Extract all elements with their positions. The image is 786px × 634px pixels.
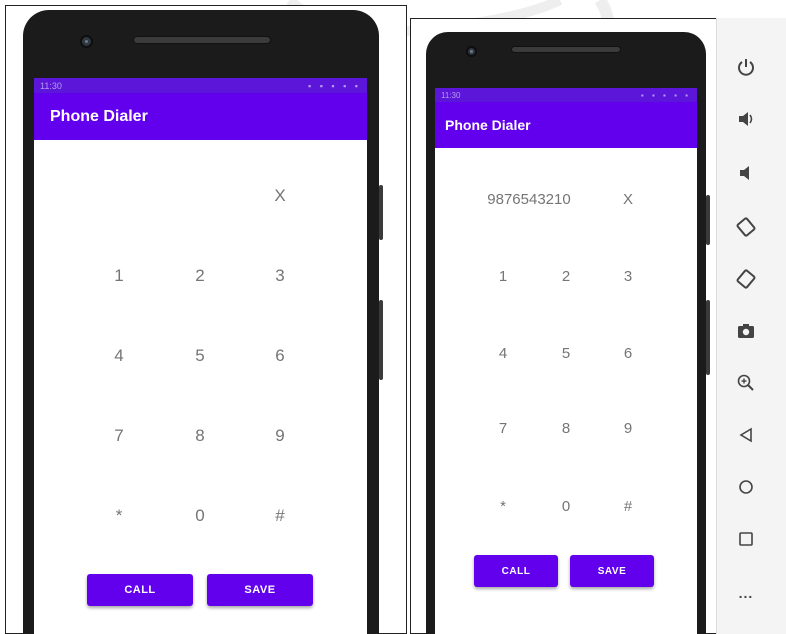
earpiece-speaker (133, 36, 271, 44)
camera-icon[interactable] (731, 316, 761, 346)
more-icon[interactable]: ... (731, 578, 761, 608)
clear-button[interactable]: X (623, 191, 633, 208)
right-phone-side-button-lower (706, 300, 710, 375)
left-phone-side-button-lower (379, 300, 383, 380)
save-button[interactable]: SAVE (570, 555, 654, 587)
key-0[interactable]: 0 (195, 506, 204, 526)
app-title: Phone Dialer (50, 107, 148, 125)
power-icon[interactable] (731, 52, 761, 82)
key-8[interactable]: 8 (195, 426, 204, 446)
left-phone-device: 11:30 ▪ ▪ ▪ ▪ ▪ Phone Dialer X 1 2 3 4 5… (23, 10, 379, 634)
key-5[interactable]: 5 (195, 346, 204, 366)
rotate-right-icon[interactable] (731, 264, 761, 294)
key-4[interactable]: 4 (499, 345, 507, 362)
key-3[interactable]: 3 (275, 266, 284, 286)
status-time: 11:30 (40, 80, 62, 91)
back-icon[interactable] (731, 420, 761, 450)
overview-icon[interactable] (731, 524, 761, 554)
key-5[interactable]: 5 (562, 345, 570, 362)
save-button[interactable]: SAVE (207, 574, 313, 606)
key-star[interactable]: * (116, 506, 123, 526)
key-7[interactable]: 7 (499, 420, 507, 437)
right-phone-device: 11:30 ▪ ▪ ▪ ▪ ▪ Phone Dialer 9876543210 … (426, 32, 706, 634)
app-bar: Phone Dialer (435, 102, 697, 148)
key-hash[interactable]: # (275, 506, 284, 526)
app-bar: Phone Dialer (34, 93, 367, 140)
key-hash[interactable]: # (624, 498, 632, 515)
page: 11:30 ▪ ▪ ▪ ▪ ▪ Phone Dialer X 1 2 3 4 5… (0, 0, 786, 634)
key-8[interactable]: 8 (562, 420, 570, 437)
call-button[interactable]: CALL (87, 574, 193, 606)
key-6[interactable]: 6 (275, 346, 284, 366)
right-phone-screen: 11:30 ▪ ▪ ▪ ▪ ▪ Phone Dialer 9876543210 … (435, 88, 697, 634)
status-bar: 11:30 ▪ ▪ ▪ ▪ ▪ (34, 78, 367, 93)
key-star[interactable]: * (500, 498, 506, 515)
key-4[interactable]: 4 (114, 346, 123, 366)
key-1[interactable]: 1 (114, 266, 123, 286)
key-6[interactable]: 6 (624, 345, 632, 362)
app-title: Phone Dialer (445, 117, 531, 133)
key-9[interactable]: 9 (275, 426, 284, 446)
key-3[interactable]: 3 (624, 268, 632, 285)
rotate-left-icon[interactable] (731, 212, 761, 242)
status-indicators: ▪ ▪ ▪ ▪ ▪ (640, 90, 691, 100)
number-display[interactable]: 9876543210 (487, 191, 570, 208)
volume-down-icon[interactable] (731, 158, 761, 188)
key-9[interactable]: 9 (624, 420, 632, 437)
right-phone-side-button (706, 195, 710, 245)
zoom-in-icon[interactable] (731, 368, 761, 398)
status-indicators: ▪ ▪ ▪ ▪ ▪ (308, 80, 361, 91)
emulator-toolbar: ... (716, 18, 786, 634)
key-7[interactable]: 7 (114, 426, 123, 446)
home-icon[interactable] (731, 472, 761, 502)
front-camera (466, 46, 477, 57)
status-bar: 11:30 ▪ ▪ ▪ ▪ ▪ (435, 88, 697, 102)
key-2[interactable]: 2 (195, 266, 204, 286)
key-0[interactable]: 0 (562, 498, 570, 515)
volume-up-icon[interactable] (731, 104, 761, 134)
left-phone-screen: 11:30 ▪ ▪ ▪ ▪ ▪ Phone Dialer X 1 2 3 4 5… (34, 78, 367, 634)
key-2[interactable]: 2 (562, 268, 570, 285)
call-button[interactable]: CALL (474, 555, 558, 587)
status-time: 11:30 (441, 90, 461, 100)
key-1[interactable]: 1 (499, 268, 507, 285)
clear-button[interactable]: X (274, 186, 285, 206)
left-phone-side-button (379, 185, 383, 240)
earpiece-speaker (511, 46, 621, 53)
front-camera (80, 35, 93, 48)
